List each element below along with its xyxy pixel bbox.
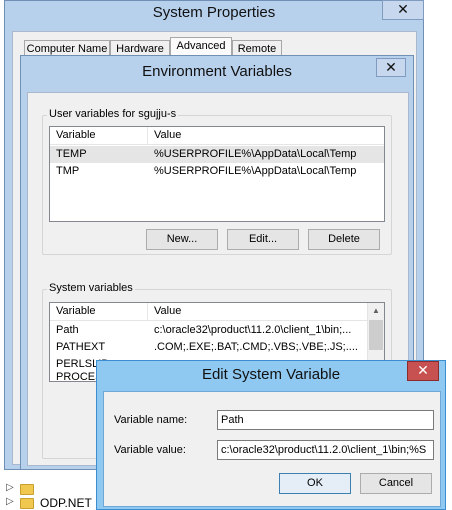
close-icon: ✕ <box>397 1 409 17</box>
variable-value: c:\oracle32\product\11.2.0\client_1\bin;… <box>154 324 352 336</box>
tab-label: Hardware <box>116 43 164 55</box>
folder-icon <box>20 498 34 509</box>
variable-name-label: Variable name: <box>114 414 188 426</box>
column-header-variable[interactable]: Variable <box>50 127 148 145</box>
edit-system-variable-dialog: Edit System Variable ✕ Variable name: Pa… <box>96 360 446 510</box>
variable-name: TMP <box>56 165 80 177</box>
variable-name-field[interactable]: Path <box>217 410 434 430</box>
user-new-button[interactable]: New... <box>146 229 218 250</box>
variable-name: Path <box>56 324 79 336</box>
list-header: Variable Value <box>50 127 384 145</box>
user-edit-button[interactable]: Edit... <box>227 229 299 250</box>
tab-label: Remote <box>237 43 277 55</box>
variable-value: .COM;.EXE;.BAT;.CMD;.VBS;.VBE;.JS;.... <box>154 341 358 353</box>
group-label: System variables <box>47 282 135 294</box>
window-title: System Properties <box>152 4 276 21</box>
tab-label: Computer Name <box>26 43 108 55</box>
variable-name: PATHEXT <box>56 341 106 353</box>
scroll-thumb[interactable] <box>369 320 383 350</box>
tree-item-odp-net[interactable]: ODP.NET <box>40 496 92 510</box>
group-label: User variables for sgujju-s <box>47 108 179 120</box>
variable-value-field[interactable]: c:\oracle32\product\11.2.0\client_1\bin;… <box>217 440 434 460</box>
column-header-value[interactable]: Value <box>148 127 384 145</box>
list-item[interactable]: TMP %USERPROFILE%\AppData\Local\Temp <box>50 163 384 180</box>
list-item[interactable]: PATHEXT .COM;.EXE;.BAT;.CMD;.VBS;.VBE;.J… <box>50 339 369 356</box>
variable-value: %USERPROFILE%\AppData\Local\Temp <box>154 165 357 177</box>
window-title: Environment Variables <box>142 63 292 80</box>
column-header-variable[interactable]: Variable <box>50 303 148 321</box>
scroll-up-icon[interactable]: ▲ <box>368 303 384 319</box>
close-button[interactable]: ✕ <box>407 361 439 381</box>
edit-variable-body: Variable name: Path Variable value: c:\o… <box>103 391 441 507</box>
user-variables-list[interactable]: Variable Value TEMP %USERPROFILE%\AppDat… <box>49 126 385 222</box>
list-item[interactable]: TEMP %USERPROFILE%\AppData\Local\Temp <box>50 146 384 163</box>
user-variables-group: User variables for sgujju-s Variable Val… <box>42 108 392 255</box>
close-button[interactable]: ✕ <box>376 58 406 77</box>
variable-name: TEMP <box>56 148 87 160</box>
tab-label: Advanced <box>176 40 226 52</box>
expand-arrow-icon[interactable]: ▷ <box>6 496 14 507</box>
variable-value-label: Variable value: <box>114 444 186 456</box>
list-header: Variable Value <box>50 303 384 321</box>
desktop: ▷ ▷ ODP.NET System Properties ✕ Computer… <box>0 0 452 510</box>
expand-arrow-icon[interactable]: ▷ <box>6 482 14 493</box>
folder-icon <box>20 484 34 495</box>
close-icon: ✕ <box>385 59 397 75</box>
ok-button[interactable]: OK <box>279 473 351 494</box>
close-button[interactable]: ✕ <box>382 0 424 20</box>
close-icon: ✕ <box>417 362 429 378</box>
variable-value: %USERPROFILE%\AppData\Local\Temp <box>154 148 357 160</box>
window-title: Edit System Variable <box>201 366 341 383</box>
cancel-button[interactable]: Cancel <box>360 473 432 494</box>
list-item[interactable]: Path c:\oracle32\product\11.2.0\client_1… <box>50 322 369 339</box>
user-delete-button[interactable]: Delete <box>308 229 380 250</box>
column-header-value[interactable]: Value <box>148 303 369 321</box>
